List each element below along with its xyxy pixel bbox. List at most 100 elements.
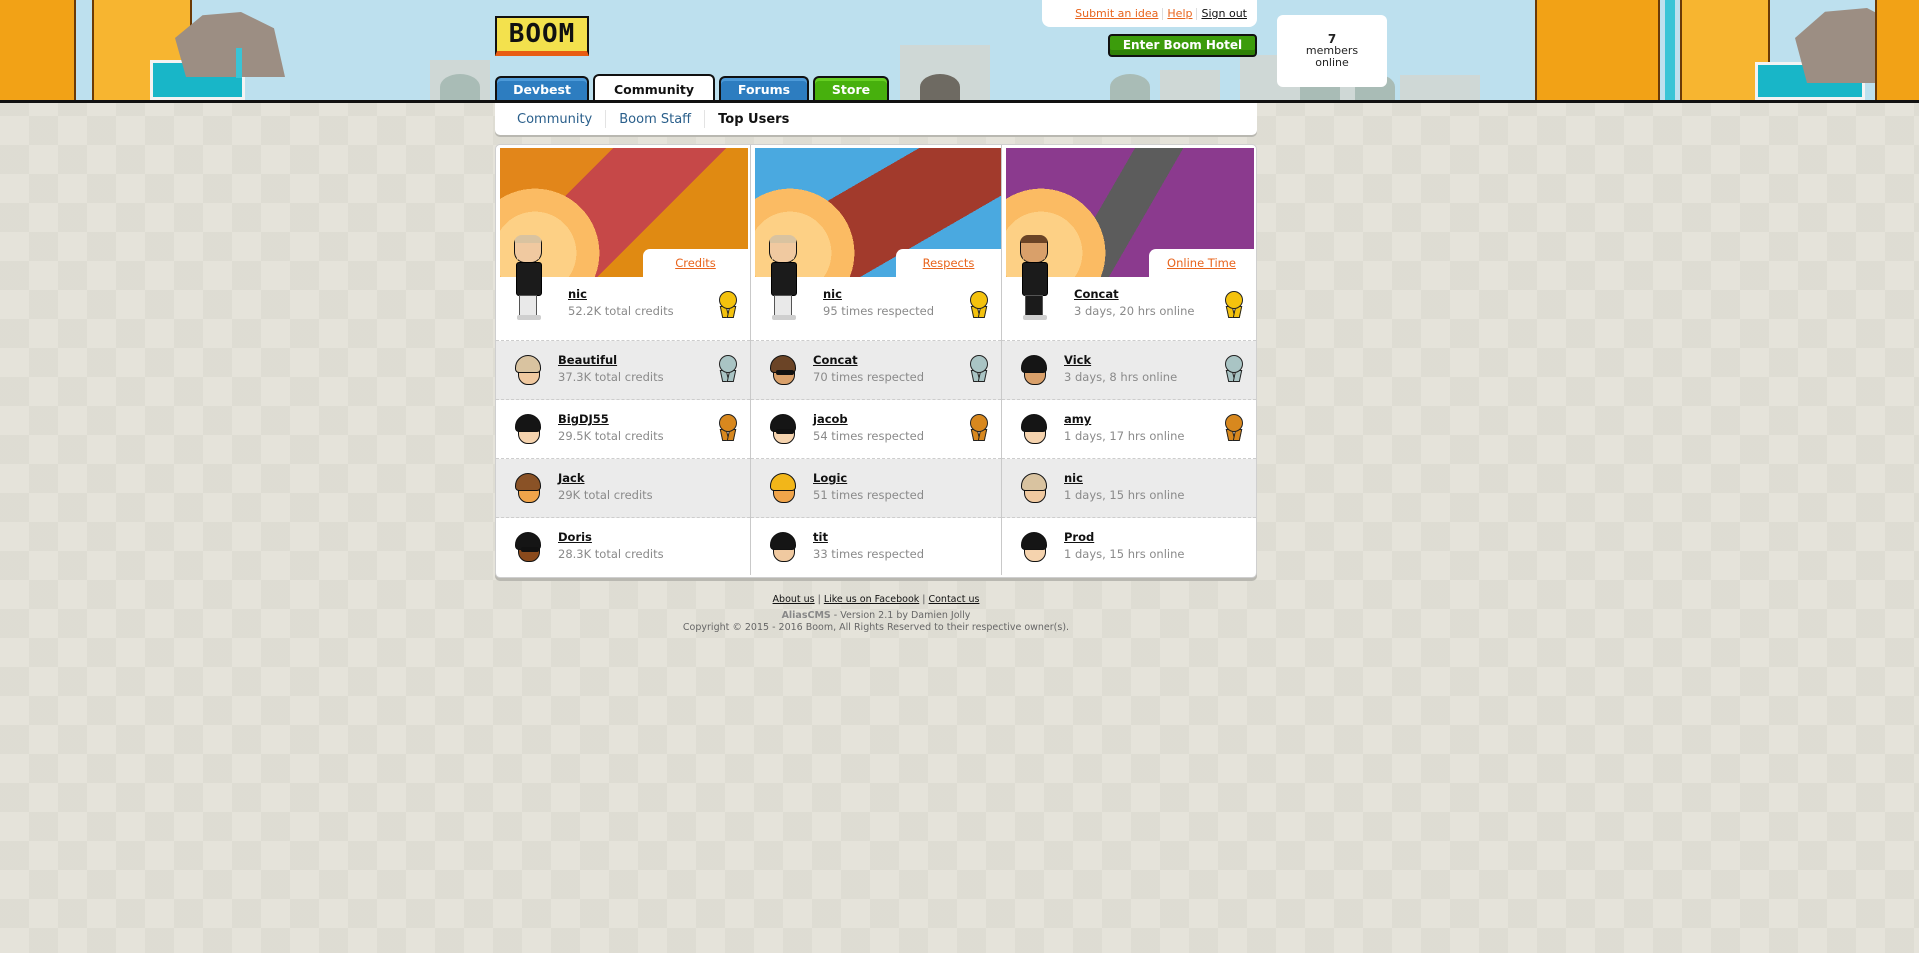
list-item: Beautiful 37.3K total credits bbox=[496, 341, 750, 400]
contact-us-link[interactable]: Contact us bbox=[928, 594, 979, 605]
avatar bbox=[1018, 414, 1050, 446]
tab-community[interactable]: Community bbox=[593, 74, 715, 100]
list-item: Logic 51 times respected bbox=[751, 459, 1001, 518]
user-name-link[interactable]: Vick bbox=[1064, 353, 1091, 367]
cms-credit: AliasCMS - Version 2.1 by Damien Jolly bbox=[495, 610, 1257, 622]
respects-category-link[interactable]: Respects bbox=[923, 256, 975, 270]
skyline-decoration bbox=[1160, 70, 1220, 100]
user-name-link[interactable]: nic bbox=[568, 287, 587, 301]
list-item: Jack 29K total credits bbox=[496, 459, 750, 518]
user-stat: 29.5K total credits bbox=[558, 429, 664, 443]
category-label: Credits bbox=[643, 249, 748, 277]
avatar bbox=[512, 532, 544, 564]
divider bbox=[704, 110, 706, 128]
avatar bbox=[767, 473, 799, 505]
sub-navigation: Community Boom Staff Top Users bbox=[495, 103, 1257, 135]
sign-out-link[interactable]: Sign out bbox=[1201, 7, 1247, 20]
user-name-link[interactable]: Concat bbox=[1074, 287, 1119, 301]
skyline-decoration bbox=[1400, 75, 1480, 100]
user-stat: 1 days, 17 hrs online bbox=[1064, 429, 1185, 443]
boom-logo[interactable]: BOOM bbox=[495, 16, 589, 56]
gold-medal-icon bbox=[1224, 291, 1244, 319]
tree-decoration bbox=[920, 74, 960, 100]
list-item: nic 1 days, 15 hrs online bbox=[1002, 459, 1256, 518]
members-online-box: 7 members online bbox=[1277, 15, 1387, 87]
credits-list: nic 52.2K total credits Beautiful 37.3K … bbox=[496, 235, 750, 577]
credits-category-link[interactable]: Credits bbox=[675, 256, 716, 270]
list-item: jacob 54 times respected bbox=[751, 400, 1001, 459]
user-name-link[interactable]: Prod bbox=[1064, 530, 1094, 544]
submit-idea-link[interactable]: Submit an idea bbox=[1075, 7, 1158, 20]
user-name-link[interactable]: nic bbox=[823, 287, 842, 301]
user-stat: 54 times respected bbox=[813, 429, 925, 443]
user-stat: 1 days, 15 hrs online bbox=[1064, 488, 1185, 502]
user-name-link[interactable]: Logic bbox=[813, 471, 847, 485]
subnav-boom-staff[interactable]: Boom Staff bbox=[619, 112, 704, 127]
user-name-link[interactable]: Beautiful bbox=[558, 353, 617, 367]
online-label-line2: online bbox=[1315, 56, 1349, 69]
bronze-medal-icon bbox=[1224, 414, 1244, 442]
divider bbox=[605, 110, 607, 128]
avatar bbox=[1014, 235, 1058, 321]
hotel-illustration-right bbox=[1495, 0, 1919, 100]
avatar bbox=[1018, 355, 1050, 387]
category-label: Online Time bbox=[1149, 249, 1254, 277]
user-stat: 3 days, 20 hrs online bbox=[1074, 304, 1195, 318]
avatar bbox=[767, 532, 799, 564]
cms-version: - Version 2.1 by Damien Jolly bbox=[830, 610, 971, 621]
user-name-link[interactable]: amy bbox=[1064, 412, 1091, 426]
about-us-link[interactable]: About us bbox=[773, 594, 815, 605]
user-stat: 95 times respected bbox=[823, 304, 935, 318]
list-item: tit 33 times respected bbox=[751, 518, 1001, 577]
user-stat: 28.3K total credits bbox=[558, 547, 664, 561]
list-item: Prod 1 days, 15 hrs online bbox=[1002, 518, 1256, 577]
site-footer: About us | Like us on Facebook | Contact us … bbox=[495, 594, 1257, 634]
list-item: Doris 28.3K total credits bbox=[496, 518, 750, 577]
silver-medal-icon bbox=[718, 355, 738, 383]
credits-column: Credits nic 52.2K total credits Beautifu… bbox=[496, 145, 750, 575]
avatar bbox=[512, 355, 544, 387]
bronze-medal-icon bbox=[969, 414, 989, 442]
subnav-community[interactable]: Community bbox=[517, 112, 605, 127]
tab-devbest[interactable]: Devbest bbox=[495, 76, 589, 100]
respects-list: nic 95 times respected Concat 70 times r… bbox=[751, 235, 1001, 577]
divider bbox=[1196, 8, 1198, 20]
list-item: Vick 3 days, 8 hrs online bbox=[1002, 341, 1256, 400]
user-stat: 3 days, 8 hrs online bbox=[1064, 370, 1178, 384]
enter-hotel-button[interactable]: Enter Boom Hotel bbox=[1108, 34, 1257, 57]
tab-forums[interactable]: Forums bbox=[719, 76, 809, 100]
bronze-medal-icon bbox=[718, 414, 738, 442]
list-item: nic 52.2K total credits bbox=[496, 235, 750, 341]
subnav-top-users[interactable]: Top Users bbox=[718, 112, 802, 127]
silver-medal-icon bbox=[1224, 355, 1244, 383]
divider: | bbox=[817, 594, 821, 605]
user-stat: 52.2K total credits bbox=[568, 304, 674, 318]
user-name-link[interactable]: BigDJ55 bbox=[558, 412, 609, 426]
user-name-link[interactable]: jacob bbox=[813, 412, 848, 426]
user-name-link[interactable]: Doris bbox=[558, 530, 592, 544]
user-stat: 51 times respected bbox=[813, 488, 925, 502]
respects-column: Respects nic 95 times respected Concat 7… bbox=[750, 145, 1001, 575]
gold-medal-icon bbox=[969, 291, 989, 319]
avatar bbox=[512, 473, 544, 505]
avatar bbox=[508, 235, 552, 321]
help-link[interactable]: Help bbox=[1167, 7, 1192, 20]
avatar bbox=[1018, 532, 1050, 564]
tree-decoration bbox=[1110, 74, 1150, 100]
user-name-link[interactable]: Jack bbox=[558, 471, 585, 485]
avatar bbox=[512, 414, 544, 446]
list-item: BigDJ55 29.5K total credits bbox=[496, 400, 750, 459]
user-name-link[interactable]: nic bbox=[1064, 471, 1083, 485]
user-stat: 29K total credits bbox=[558, 488, 653, 502]
facebook-link[interactable]: Like us on Facebook bbox=[824, 594, 919, 605]
list-item: amy 1 days, 17 hrs online bbox=[1002, 400, 1256, 459]
category-label: Respects bbox=[896, 249, 1001, 277]
divider: | bbox=[922, 594, 926, 605]
online-time-category-link[interactable]: Online Time bbox=[1167, 256, 1236, 270]
user-name-link[interactable]: Concat bbox=[813, 353, 858, 367]
user-name-link[interactable]: tit bbox=[813, 530, 828, 544]
avatar bbox=[763, 235, 807, 321]
tab-store[interactable]: Store bbox=[813, 76, 889, 100]
list-item: Concat 3 days, 20 hrs online bbox=[1002, 235, 1256, 341]
user-stat: 37.3K total credits bbox=[558, 370, 664, 384]
